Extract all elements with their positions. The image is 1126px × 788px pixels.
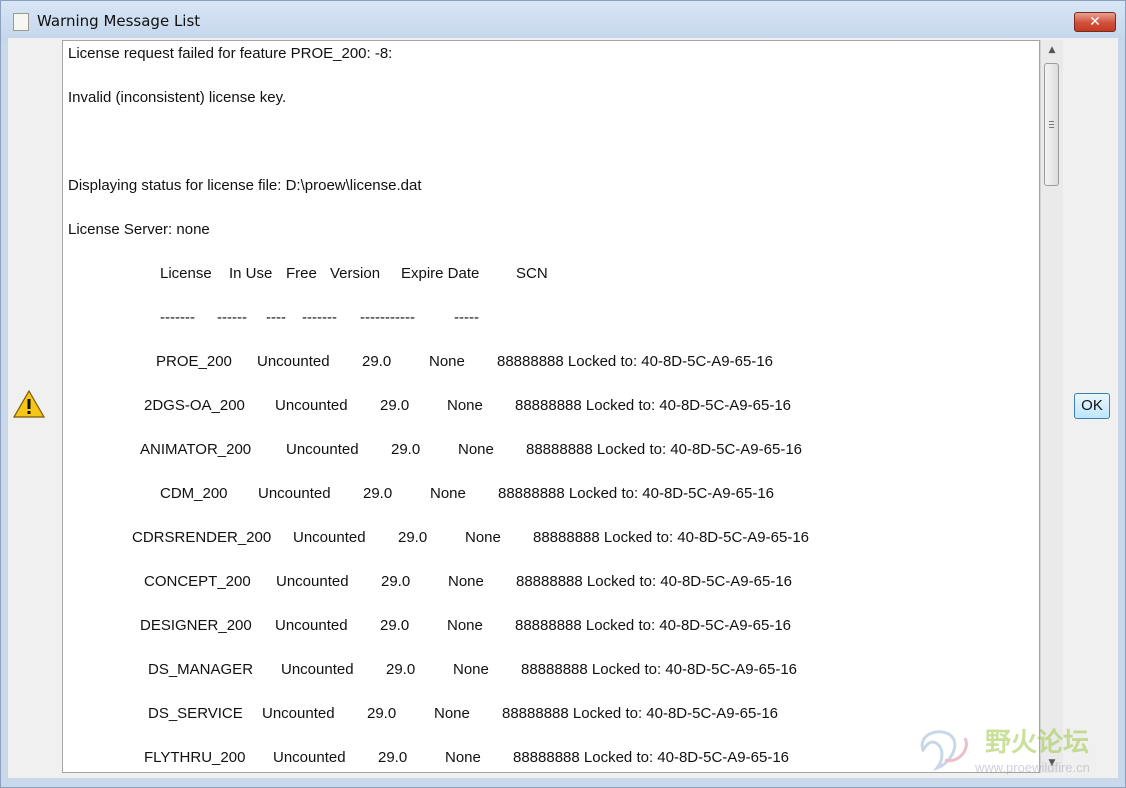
table-header-cell: SCN <box>516 265 548 282</box>
table-row-cell: DS_SERVICE <box>148 705 243 722</box>
app-window-icon <box>13 13 29 31</box>
table-row-cell: 29.0 <box>386 661 416 678</box>
watermark-text: 野火论坛 <box>985 728 1090 758</box>
table-row-cell: Uncounted <box>275 397 348 414</box>
table-row-cell: 88888888 Locked to: 40-8D-5C-A9-65-16 <box>513 749 790 766</box>
table-row-cell: 29.0 <box>378 749 408 766</box>
watermark-url: www.proewildfire.cn <box>975 760 1090 775</box>
table-row-cell: 88888888 Locked to: 40-8D-5C-A9-65-16 <box>516 573 793 590</box>
table-row-cell: Uncounted <box>281 661 354 678</box>
table-row-cell: 88888888 Locked to: 40-8D-5C-A9-65-16 <box>498 485 775 502</box>
table-row-cell: 29.0 <box>362 353 392 370</box>
table-header-cell: Expire Date <box>401 265 480 282</box>
title-bar[interactable]: Warning Message List ✕ <box>1 1 1125 41</box>
message-text-area[interactable]: License request failed for feature PROE_… <box>62 40 1040 773</box>
ok-button[interactable]: OK <box>1074 393 1110 419</box>
table-row-cell: Uncounted <box>257 353 330 370</box>
table-row-cell: CDM_200 <box>160 485 228 502</box>
table-row-cell: 88888888 Locked to: 40-8D-5C-A9-65-16 <box>515 397 792 414</box>
message-line: License Server: none <box>68 221 210 238</box>
warning-triangle-icon <box>13 390 45 418</box>
table-row-cell: 88888888 Locked to: 40-8D-5C-A9-65-16 <box>526 441 803 458</box>
table-row-cell: 29.0 <box>367 705 397 722</box>
table-row-cell: Uncounted <box>286 441 359 458</box>
table-header-cell: Version <box>330 265 381 282</box>
scroll-up-arrow-icon[interactable]: ▲ <box>1041 40 1063 60</box>
table-row-cell: None <box>448 573 484 590</box>
table-row-cell: CDRSRENDER_200 <box>132 529 272 546</box>
table-row-cell: 88888888 Locked to: 40-8D-5C-A9-65-16 <box>497 353 774 370</box>
table-row-cell: DS_MANAGER <box>148 661 254 678</box>
table-row-cell: 29.0 <box>380 617 410 634</box>
scrollbar-thumb[interactable] <box>1044 63 1059 186</box>
table-row-cell: 2DGS-OA_200 <box>144 397 245 414</box>
table-header-cell: License <box>160 265 212 282</box>
table-separator: ------ <box>217 309 247 326</box>
table-row-cell: 88888888 Locked to: 40-8D-5C-A9-65-16 <box>502 705 779 722</box>
table-row-cell: None <box>445 749 481 766</box>
table-row-cell: Uncounted <box>275 617 348 634</box>
grip-line <box>1049 124 1054 125</box>
table-row-cell: PROE_200 <box>156 353 232 370</box>
table-row-cell: CONCEPT_200 <box>144 573 251 590</box>
table-row-cell: Uncounted <box>273 749 346 766</box>
table-row-cell: None <box>453 661 489 678</box>
table-row-cell: None <box>447 617 483 634</box>
table-row-cell: 88888888 Locked to: 40-8D-5C-A9-65-16 <box>521 661 798 678</box>
table-row-cell: 88888888 Locked to: 40-8D-5C-A9-65-16 <box>533 529 810 546</box>
table-row-cell: DESIGNER_200 <box>140 617 252 634</box>
close-button[interactable]: ✕ <box>1074 12 1116 32</box>
watermark-logo-icon <box>920 730 968 772</box>
table-row-cell: None <box>434 705 470 722</box>
message-line: Displaying status for license file: D:\p… <box>68 177 422 194</box>
message-line: Invalid (inconsistent) license key. <box>68 89 287 106</box>
table-separator: ----------- <box>360 309 415 326</box>
table-row-cell: 88888888 Locked to: 40-8D-5C-A9-65-16 <box>515 617 792 634</box>
table-row-cell: None <box>465 529 501 546</box>
table-row-cell: 29.0 <box>391 441 421 458</box>
table-header-cell: In Use <box>229 265 273 282</box>
window-title: Warning Message List <box>37 12 201 30</box>
table-separator: ------- <box>160 309 195 326</box>
message-line: License request failed for feature PROE_… <box>68 45 393 62</box>
table-row-cell: None <box>430 485 466 502</box>
table-row-cell: Uncounted <box>258 485 331 502</box>
table-row-cell: ANIMATOR_200 <box>140 441 252 458</box>
table-row-cell: Uncounted <box>276 573 349 590</box>
table-row-cell: FLYTHRU_200 <box>144 749 246 766</box>
table-row-cell: Uncounted <box>293 529 366 546</box>
table-row-cell: 29.0 <box>381 573 411 590</box>
grip-line <box>1049 127 1054 128</box>
grip-line <box>1049 121 1054 122</box>
table-separator: ----- <box>454 309 479 326</box>
table-row-cell: None <box>429 353 465 370</box>
table-header-cell: Free <box>286 265 317 282</box>
forum-watermark: 野火论坛 www.proewildfire.cn <box>915 720 1120 780</box>
table-row-cell: 29.0 <box>398 529 428 546</box>
table-separator: ------- <box>302 309 337 326</box>
table-separator: ---- <box>266 309 286 326</box>
table-row-cell: 29.0 <box>363 485 393 502</box>
table-row-cell: None <box>447 397 483 414</box>
vertical-scrollbar[interactable]: ▲ ▼ <box>1040 40 1063 773</box>
table-row-cell: Uncounted <box>262 705 335 722</box>
table-row-cell: 29.0 <box>380 397 410 414</box>
table-row-cell: None <box>458 441 494 458</box>
